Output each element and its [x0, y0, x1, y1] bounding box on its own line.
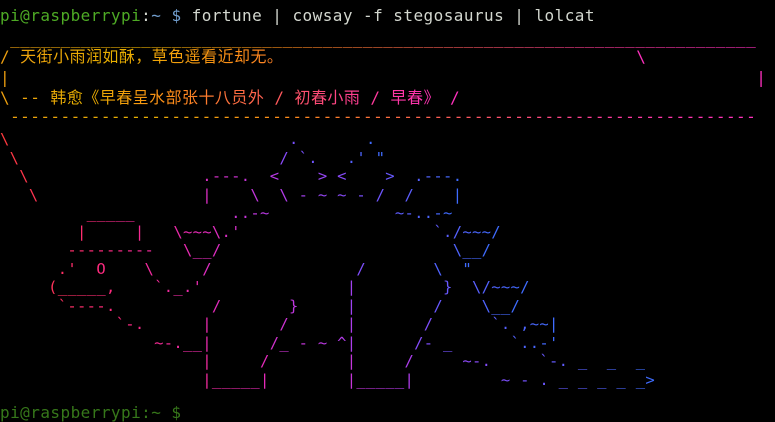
stegosaurus-art-line: \ .---. < > < > .---. — [0, 167, 463, 185]
stegosaurus-art-line: \ | \ \ - ~ ~ - / / | — [0, 185, 463, 204]
stegosaurus-art-line: `----. / } | / \__/ — [0, 296, 521, 315]
prompt-dollar: $ — [171, 6, 182, 25]
stegosaurus-art-line: \ . . — [0, 130, 376, 148]
stegosaurus-art-line: _____ ..-~ ~-..-~ — [0, 204, 453, 222]
prompt-path: ~ — [151, 6, 162, 25]
bubble-quote-line: / 天街小雨润如酥，草色遥看近却无。 \ — [0, 47, 647, 66]
prompt-user-host: pi@raspberrypi — [0, 6, 142, 25]
stegosaurus-art-line: \ / `. .' " — [0, 148, 386, 167]
prompt-colon: : — [141, 6, 152, 25]
bubble-empty-line: | | — [0, 68, 767, 87]
stegosaurus-art-line: |_____| |_____| ~ - . _ _ _ _ _> — [0, 370, 655, 389]
command-prompt-line: pi@raspberrypi:~ $ fortune | cowsay -f s… — [0, 7, 595, 25]
stegosaurus-art-line: | / | / ~-. `-. _ _ _ — [0, 352, 646, 370]
stegosaurus-art-line: | | \~~~\.' `./~~~/ — [0, 222, 501, 241]
stegosaurus-art-line: ~-.__| /_ - ~ ^| /- _ `..-' — [0, 333, 559, 352]
stegosaurus-art-line: --------- \__/ \__/ — [0, 241, 492, 259]
bubble-attribution-line: \ -- 韩愈《早春呈水部张十八员外 / 初春小雨 / 早春》 / — [0, 88, 461, 107]
terminal-window[interactable]: pi@raspberrypi:~ $ fortune | cowsay -f s… — [0, 0, 775, 422]
stegosaurus-art-line: .' O \ / / \ " — [0, 259, 472, 278]
bubble-bottom-border: ----------------------------------------… — [0, 107, 757, 126]
bubble-top-border: ________________________________________… — [0, 29, 757, 48]
command-text: fortune | cowsay -f stegosaurus | lolcat — [191, 6, 595, 25]
next-command-prompt: pi@raspberrypi:~ $ — [0, 403, 182, 422]
stegosaurus-art-line: (_____, `._.' | } \/~~~/ — [0, 278, 530, 296]
stegosaurus-art-line: `-. | / | / `. ,~~| — [0, 315, 559, 333]
